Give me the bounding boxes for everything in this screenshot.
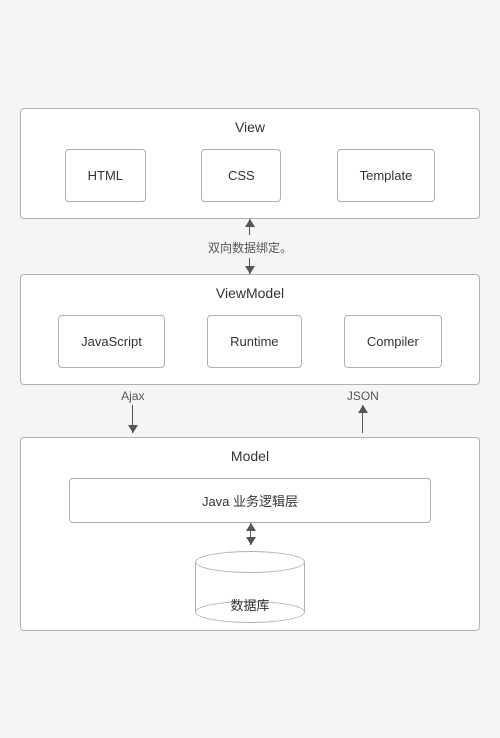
- view-layer: View HTML CSS Template: [20, 108, 480, 219]
- connector-view-viewmodel: 双向数据绑定。: [20, 219, 480, 274]
- connector-label-1: 双向数据绑定。: [208, 239, 292, 256]
- database-cylinder: 数据库: [195, 551, 305, 614]
- db-arrow: [250, 523, 251, 545]
- json-label: JSON: [347, 389, 379, 403]
- view-boxes: HTML CSS Template: [37, 149, 463, 202]
- json-arrow: JSON: [347, 389, 379, 433]
- viewmodel-title: ViewModel: [37, 285, 463, 301]
- db-label: 数据库: [230, 595, 269, 614]
- html-box: HTML: [65, 149, 146, 202]
- template-box: Template: [337, 149, 436, 202]
- db-shaft: [250, 523, 251, 545]
- connector-viewmodel-model: Ajax JSON: [20, 385, 480, 437]
- cyl-top: [195, 551, 305, 573]
- double-arrow-1: 双向数据绑定。: [208, 219, 292, 274]
- architecture-diagram: View HTML CSS Template 双向数据绑定。 ViewModel…: [20, 88, 480, 651]
- ajax-label: Ajax: [121, 389, 144, 403]
- json-shaft: [362, 405, 363, 433]
- java-box: Java 业务逻辑层: [69, 478, 431, 523]
- javascript-box: JavaScript: [58, 315, 165, 368]
- css-box: CSS: [201, 149, 281, 202]
- ajax-arrow: Ajax: [121, 389, 144, 433]
- ajax-shaft: [132, 405, 133, 433]
- model-title: Model: [37, 448, 463, 464]
- viewmodel-layer: ViewModel JavaScript Runtime Compiler: [20, 274, 480, 385]
- compiler-box: Compiler: [344, 315, 442, 368]
- runtime-box: Runtime: [207, 315, 301, 368]
- model-layer: Model Java 业务逻辑层 数据库: [20, 437, 480, 631]
- arrow-up-1: [249, 219, 250, 235]
- arrow-down-1: [249, 258, 250, 274]
- viewmodel-boxes: JavaScript Runtime Compiler: [37, 315, 463, 368]
- view-title: View: [37, 119, 463, 135]
